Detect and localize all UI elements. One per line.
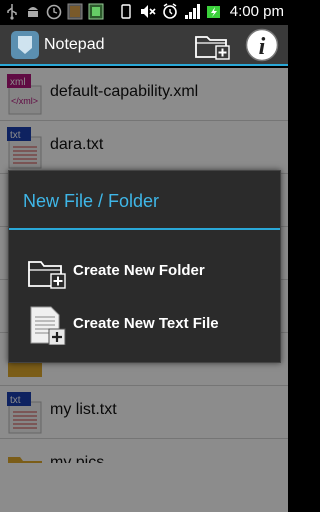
sim-icon: [121, 4, 131, 19]
create-new-text-file-button[interactable]: Create New Text File: [9, 299, 280, 349]
app-notification-icon: [67, 3, 83, 20]
usb-icon: [7, 4, 17, 20]
info-icon[interactable]: i: [244, 27, 280, 63]
create-new-folder-label: Create New Folder: [73, 262, 205, 279]
alarm-icon: [162, 3, 177, 19]
new-folder-icon[interactable]: [192, 28, 232, 62]
sd-card-icon: [88, 3, 104, 20]
clock-icon: [46, 4, 62, 20]
create-new-text-file-label: Create New Text File: [73, 315, 219, 332]
add-folder-icon: [28, 261, 66, 289]
add-text-file-icon: [30, 306, 66, 345]
battery-charging-icon: [206, 6, 220, 18]
action-bar: Notepad i: [0, 25, 288, 66]
app-title: Notepad: [44, 36, 105, 53]
dialog-divider: [9, 228, 280, 230]
status-bar: 4:00 pm: [0, 0, 288, 25]
mute-icon: [140, 5, 156, 18]
android-icon: [28, 7, 38, 17]
status-clock: 4:00 pm: [229, 3, 284, 20]
new-file-folder-dialog: New File / Folder Create New Folder Crea…: [8, 170, 281, 363]
dialog-title: New File / Folder: [23, 191, 160, 211]
notepad-app-icon[interactable]: [10, 30, 40, 60]
svg-text:i: i: [259, 34, 266, 60]
signal-icon: [184, 4, 200, 19]
create-new-folder-button[interactable]: Create New Folder: [9, 246, 280, 296]
